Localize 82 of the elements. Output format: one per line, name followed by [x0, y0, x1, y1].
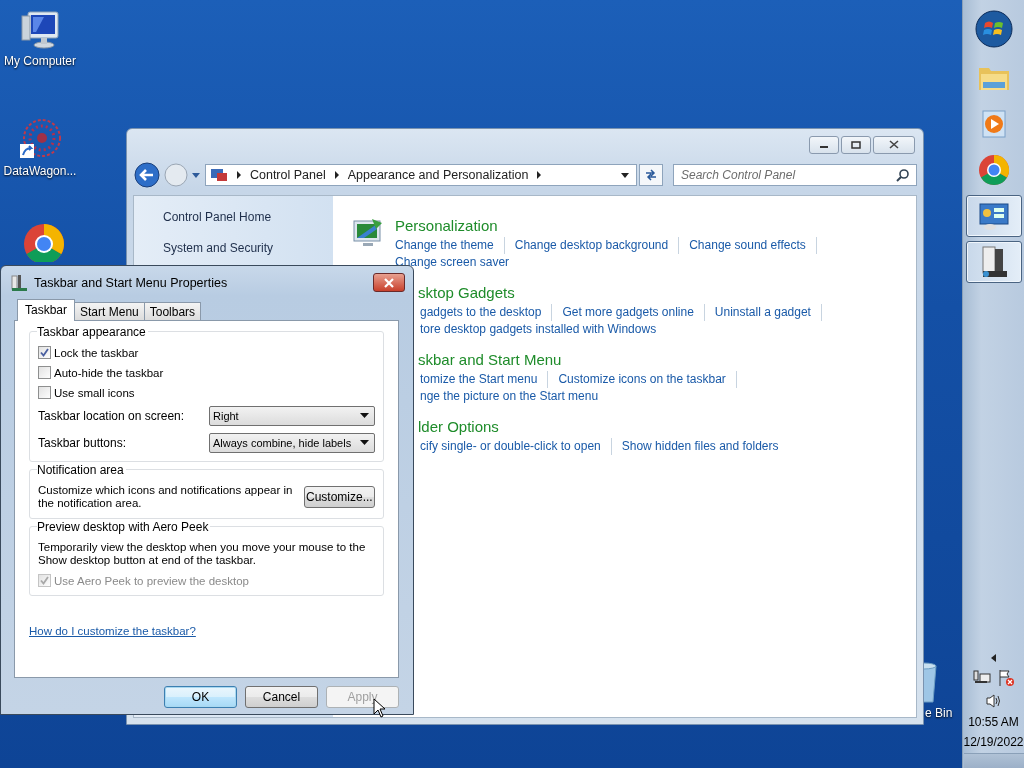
- task-link[interactable]: Change screen saver: [395, 254, 510, 271]
- start-button[interactable]: [973, 9, 1014, 49]
- checkbox[interactable]: [38, 346, 51, 359]
- dropdown-arrow-icon: [360, 440, 369, 446]
- task-link[interactable]: Get more gadgets online: [562, 304, 705, 321]
- tab[interactable]: Taskbar: [17, 299, 76, 321]
- chevron-icon[interactable]: [234, 170, 243, 180]
- task-link[interactable]: tore desktop gadgets installed with Windows: [420, 321, 657, 338]
- control-panel-icon: [209, 167, 228, 183]
- task-link[interactable]: Change the theme: [395, 237, 505, 254]
- flag-icon[interactable]: [996, 669, 1015, 687]
- checkbox[interactable]: [38, 366, 51, 379]
- desktop-icon-label[interactable]: e Bin: [925, 706, 953, 720]
- category-heading[interactable]: Personalization: [395, 215, 498, 237]
- server-taskbar-button[interactable]: [965, 241, 1022, 283]
- breadcrumb-item[interactable]: Control Panel: [249, 168, 326, 182]
- task-link[interactable]: cify single- or double-click to open: [420, 438, 612, 455]
- task-link[interactable]: Change desktop background: [514, 237, 680, 254]
- help-link[interactable]: How do I customize the taskbar?: [29, 625, 196, 637]
- back-button[interactable]: [133, 161, 161, 189]
- close-icon: [889, 140, 899, 149]
- close-button[interactable]: [373, 273, 405, 292]
- desktop-icon-label[interactable]: My Computer: [4, 54, 76, 68]
- category-heading[interactable]: lder Options: [418, 416, 499, 438]
- clock-time[interactable]: 10:55 AM: [968, 715, 1019, 729]
- category-heading[interactable]: sktop Gadgets: [418, 282, 515, 304]
- network-icon[interactable]: [972, 669, 991, 685]
- chevron-icon[interactable]: [332, 170, 341, 180]
- description-text: Temporarily view the desktop when you move your mouse to the Show desktop button at end of the taskbar.: [38, 541, 367, 567]
- dropdown[interactable]: Right: [209, 406, 375, 426]
- task-link[interactable]: Uninstall a gadget: [714, 304, 822, 321]
- task-link[interactable]: Show hidden files and folders: [621, 438, 779, 455]
- close-icon: [383, 277, 395, 288]
- task-link[interactable]: tomize the Start menu: [420, 371, 549, 388]
- field-label: Taskbar location on screen:: [38, 409, 185, 423]
- minimize-button[interactable]: [809, 135, 839, 154]
- speaker-icon[interactable]: [984, 693, 1003, 709]
- customize-button[interactable]: Customize...: [303, 486, 375, 508]
- group-title: Preview desktop with Aero Peek: [37, 520, 211, 534]
- chevron-icon[interactable]: [535, 170, 544, 180]
- task-link[interactable]: Customize icons on the taskbar: [558, 371, 737, 388]
- control-panel-icon: [976, 200, 1011, 232]
- history-dropdown-icon[interactable]: [191, 171, 201, 179]
- control-panel-taskbar-button[interactable]: [965, 195, 1022, 237]
- dropdown-icon[interactable]: [620, 171, 631, 179]
- task-link[interactable]: Change sound effects: [689, 237, 817, 254]
- close-button[interactable]: [873, 135, 915, 154]
- category-heading[interactable]: skbar and Start Menu: [418, 349, 562, 371]
- restore-icon: [851, 140, 861, 149]
- navigation-link[interactable]: Control Panel Home: [163, 210, 272, 224]
- tab[interactable]: Start Menu: [74, 302, 145, 320]
- breadcrumb-item[interactable]: Appearance and Personalization: [347, 168, 529, 182]
- show-hidden-icons-button[interactable]: [989, 653, 998, 663]
- taskbar-properties-icon: [10, 273, 28, 292]
- search-field[interactable]: Search Control Panel: [673, 164, 917, 186]
- chrome-icon[interactable]: [22, 222, 66, 262]
- tab[interactable]: Toolbars: [143, 302, 202, 320]
- desktop-icon-label[interactable]: DataWagon...: [3, 164, 77, 178]
- task-link[interactable]: nge the picture on the Start menu: [420, 388, 599, 405]
- search-icon[interactable]: [896, 168, 910, 182]
- checkbox[interactable]: [38, 386, 51, 399]
- computer-icon[interactable]: [18, 8, 62, 52]
- navigation-link[interactable]: System and Security: [163, 241, 274, 255]
- field-label: Taskbar buttons:: [38, 436, 127, 450]
- group-title: Taskbar appearance: [37, 325, 148, 339]
- chrome-icon: [976, 153, 1011, 187]
- dropdown-arrow-icon: [360, 413, 369, 419]
- refresh-button[interactable]: [639, 164, 663, 186]
- description-text: Customize which icons and notifications appear in the notification area.: [38, 484, 294, 510]
- recycle-bin-icon[interactable]: [924, 660, 940, 704]
- maximize-button[interactable]: [841, 135, 871, 154]
- group-title: Notification area: [37, 463, 126, 477]
- checkbox-label[interactable]: Use small icons: [54, 386, 135, 399]
- dialog-button[interactable]: OK: [164, 686, 237, 708]
- checkbox-label[interactable]: Auto-hide the taskbar: [54, 366, 164, 379]
- dialog-title: Taskbar and Start Menu Properties: [34, 275, 228, 290]
- address-bar[interactable]: Control Panel Appearance and Personalization: [204, 164, 638, 186]
- task-link[interactable]: gadgets to the desktop: [420, 304, 553, 321]
- dialog-button[interactable]: Cancel: [245, 686, 318, 708]
- dropdown[interactable]: Always combine, hide labels: [209, 433, 375, 453]
- clock-date[interactable]: 12/19/2022: [963, 735, 1024, 749]
- checkbox-label[interactable]: Lock the taskbar: [54, 346, 139, 359]
